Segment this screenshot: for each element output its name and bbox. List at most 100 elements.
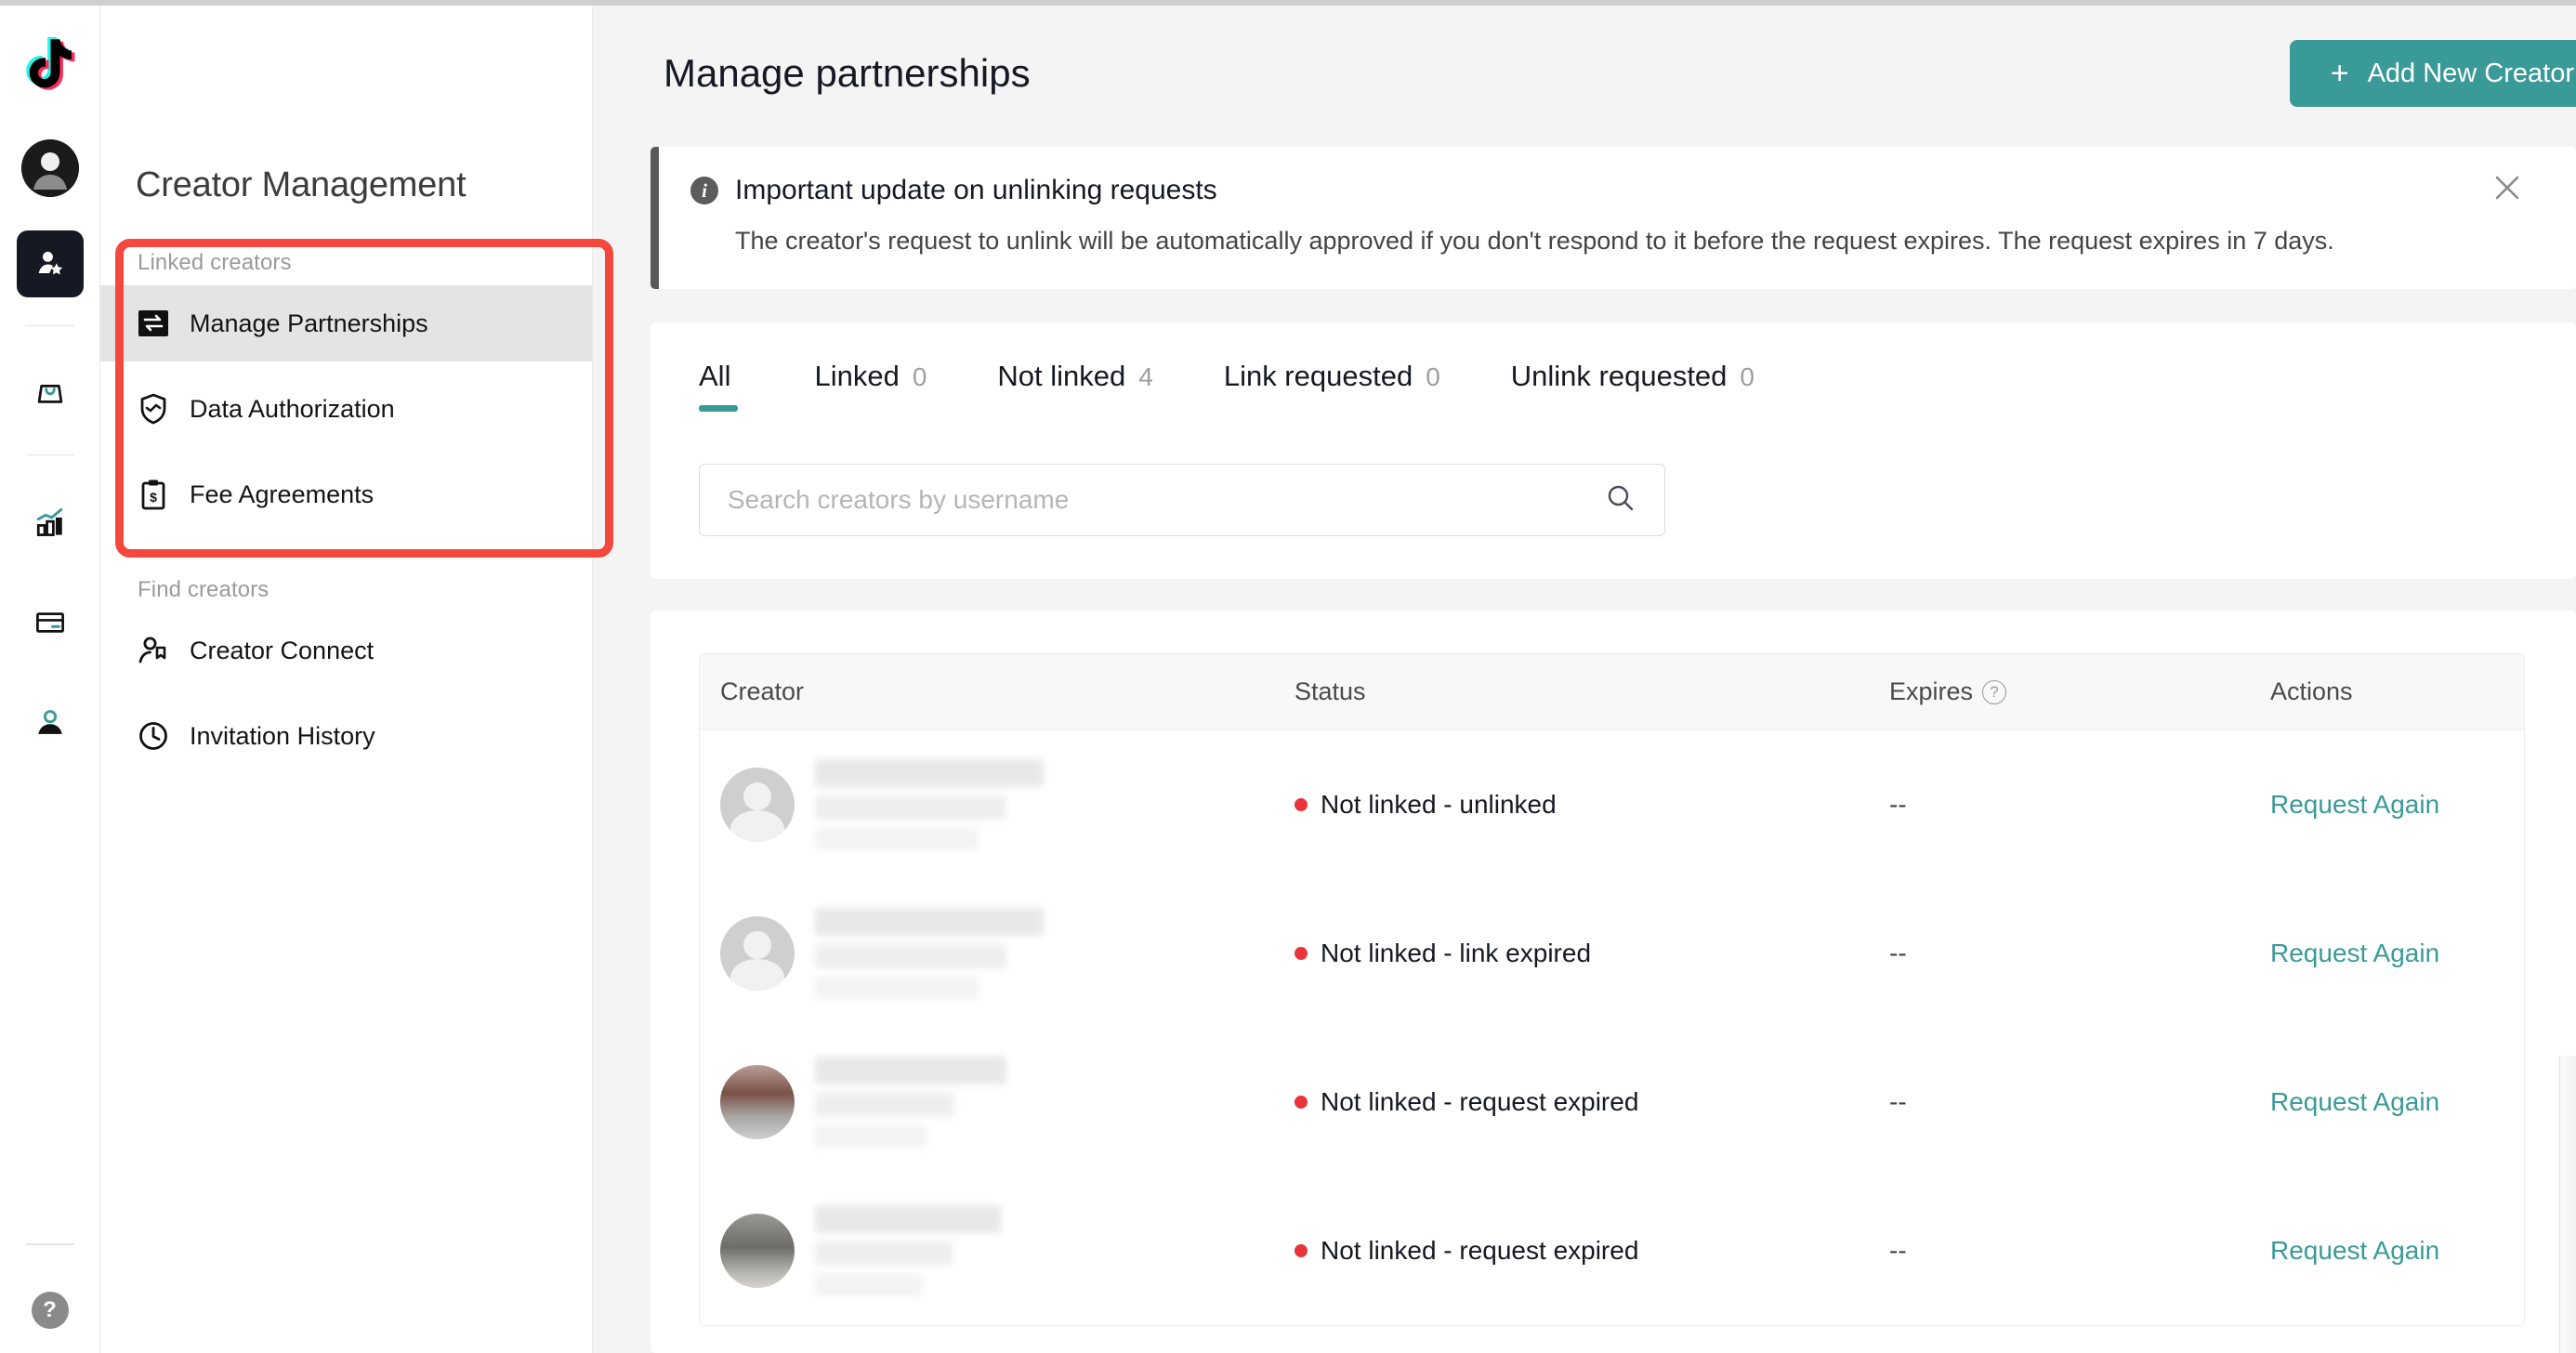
main-content: Manage partnerships + Add New Creator i …: [593, 0, 2576, 1353]
status-dot-icon: [1295, 798, 1308, 812]
search-icon[interactable]: [1605, 482, 1636, 519]
tab-not-linked[interactable]: Not linked 4: [997, 360, 1152, 412]
tab-label: Link requested: [1223, 360, 1413, 393]
sidebar-item-creator-management[interactable]: [16, 230, 84, 297]
status-badge: Not linked - link expired: [1321, 939, 1592, 968]
cell-status: Not linked - link expired: [1295, 939, 1889, 968]
sidebar-item-manage-partnerships[interactable]: Manage Partnerships: [100, 285, 592, 361]
table-header-row: Creator Status Expires ? Actions: [700, 654, 2524, 731]
app-root: ? Creator Management Linked creators Man…: [0, 0, 2576, 1353]
main-page-title: Manage partnerships: [664, 51, 1031, 95]
shield-check-icon: [138, 393, 169, 425]
tiktok-logo-icon[interactable]: [21, 37, 79, 95]
clipboard-dollar-icon: $: [138, 479, 169, 510]
tab-count: 0: [1426, 362, 1440, 392]
column-header-actions: Actions: [2270, 677, 2353, 706]
cell-actions: Request Again: [2270, 1087, 2521, 1117]
cell-creator: [700, 1205, 1295, 1297]
sidebar-item-fee-agreements[interactable]: $ Fee Agreements: [100, 456, 592, 532]
cell-actions: Request Again: [2270, 939, 2521, 968]
credit-card-icon: [34, 607, 66, 638]
creator-name-redacted: [815, 1205, 1001, 1297]
sidebar-item-invitation-history[interactable]: Invitation History: [100, 698, 592, 774]
analytics-bar-chart-icon: [34, 506, 66, 538]
request-again-link[interactable]: Request Again: [2270, 939, 2439, 967]
creator-name-redacted: [815, 759, 1044, 851]
avatar: [720, 1214, 795, 1289]
sidebar-item-label: Manage Partnerships: [190, 309, 428, 337]
request-again-link[interactable]: Request Again: [2270, 790, 2439, 819]
page-title: Creator Management: [136, 165, 467, 204]
column-header-status: Status: [1295, 677, 1366, 706]
search-placeholder: Search creators by username: [728, 485, 1070, 515]
close-icon[interactable]: [2491, 171, 2524, 204]
cell-status: Not linked - request expired: [1295, 1236, 1889, 1266]
help-icon[interactable]: ?: [31, 1292, 69, 1329]
cell-expires: --: [1889, 939, 1907, 968]
status-badge: Not linked - request expired: [1321, 1236, 1639, 1266]
sidebar-item-data-authorization[interactable]: Data Authorization: [100, 371, 592, 447]
tab-unlink-requested[interactable]: Unlink requested 0: [1511, 360, 1755, 412]
shopping-bag-icon: [34, 377, 66, 409]
main-header: Manage partnerships + Add New Creator: [593, 0, 2576, 147]
cell-expires: --: [1889, 1087, 1907, 1117]
clock-icon: [138, 720, 169, 752]
status-dot-icon: [1295, 947, 1308, 961]
filter-panel: All Linked 0 Not linked 4 Link requested…: [651, 322, 2576, 580]
rail-bottom-divider: [25, 1243, 74, 1245]
sidebar-item-creator-connect[interactable]: Creator Connect: [100, 612, 592, 689]
status-dot-icon: [1295, 1244, 1308, 1258]
tab-label: Not linked: [997, 360, 1126, 393]
secondary-sidebar: Creator Management Linked creators Manag…: [100, 0, 613, 1353]
cell-creator: [700, 1057, 1295, 1149]
table-row[interactable]: Not linked - unlinked -- Request Again: [700, 730, 2524, 880]
sidebar-item-analytics[interactable]: [17, 489, 84, 556]
sidebar-item-account[interactable]: [17, 690, 84, 756]
status-tabs: All Linked 0 Not linked 4 Link requested…: [651, 360, 2576, 413]
banner-body: The creator's request to unlink will be …: [735, 227, 2334, 255]
cell-expires: --: [1889, 1236, 1907, 1266]
request-again-link[interactable]: Request Again: [2270, 1087, 2439, 1116]
cell-actions: Request Again: [2270, 790, 2521, 820]
cell-status: Not linked - request expired: [1295, 1087, 1889, 1117]
banner-title: Important update on unlinking requests: [735, 175, 1217, 205]
tab-label: All: [699, 360, 731, 393]
tab-count: 0: [912, 362, 927, 392]
table-row[interactable]: Not linked - request expired -- Request …: [700, 1028, 2524, 1177]
creator-name-redacted: [815, 1057, 1006, 1149]
creators-table-card: Creator Status Expires ? Actions Not lin…: [651, 611, 2576, 1353]
cell-expires: --: [1889, 790, 1907, 820]
tab-count: 0: [1740, 362, 1755, 392]
sidebar-item-finance[interactable]: [17, 589, 84, 656]
cell-creator: [700, 759, 1295, 851]
tab-link-requested[interactable]: Link requested 0: [1224, 360, 1440, 412]
rail-divider-2: [25, 454, 74, 455]
table-row[interactable]: Not linked - request expired -- Request …: [700, 1176, 2524, 1326]
add-new-creator-button[interactable]: + Add New Creator: [2289, 40, 2576, 107]
nav-group-label-find-creators: Find creators: [138, 577, 269, 602]
column-header-creator: Creator: [720, 677, 805, 706]
person-bookmark-icon: [138, 635, 169, 666]
status-badge: Not linked - request expired: [1321, 1087, 1639, 1117]
tab-all[interactable]: All: [699, 360, 743, 413]
creators-table: Creator Status Expires ? Actions Not lin…: [699, 653, 2525, 1327]
sidebar-item-label: Fee Agreements: [190, 479, 375, 508]
question-mark-icon[interactable]: ?: [1982, 679, 2007, 704]
tab-linked[interactable]: Linked 0: [814, 360, 927, 412]
tab-count: 4: [1138, 362, 1153, 392]
column-header-expires: Expires ?: [1889, 677, 2270, 706]
request-again-link[interactable]: Request Again: [2270, 1236, 2439, 1265]
table-row[interactable]: Not linked - link expired -- Request Aga…: [700, 879, 2524, 1029]
primary-icon-rail: ?: [0, 0, 100, 1353]
sidebar-item-orders[interactable]: [17, 360, 84, 427]
search-input[interactable]: Search creators by username: [699, 464, 1665, 537]
scroll-edge[interactable]: [2559, 1056, 2576, 1353]
sidebar-item-label: Data Authorization: [190, 394, 395, 423]
creator-star-icon: [34, 248, 66, 280]
tab-label: Unlink requested: [1510, 360, 1728, 393]
cell-status: Not linked - unlinked: [1295, 790, 1889, 820]
column-header-expires-label: Expires: [1889, 677, 1974, 706]
exchange-arrows-icon: [138, 308, 169, 339]
sidebar-item-label: Invitation History: [190, 721, 375, 750]
user-avatar-icon[interactable]: [20, 139, 79, 197]
